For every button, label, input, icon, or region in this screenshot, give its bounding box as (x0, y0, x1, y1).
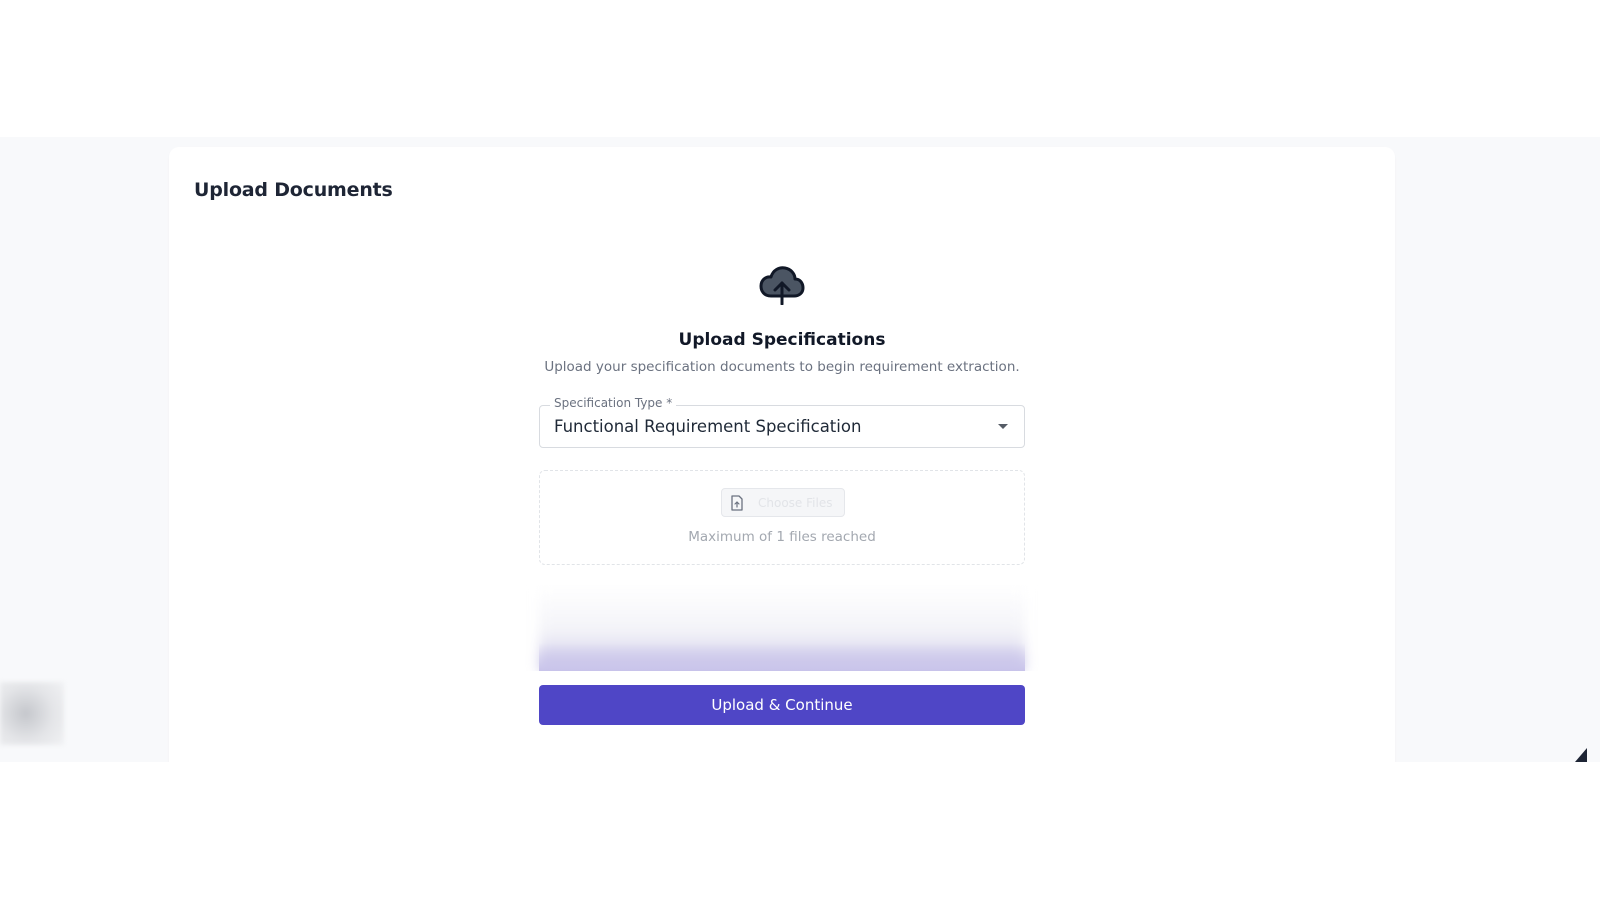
page-title: Upload Documents (194, 179, 393, 201)
file-preview-edge (539, 643, 1025, 671)
specification-type-select[interactable]: Specification Type * Functional Requirem… (539, 396, 1025, 448)
file-icon (731, 494, 743, 511)
floating-widget[interactable] (0, 682, 64, 745)
chevron-down-icon[interactable] (998, 424, 1008, 429)
choose-files-button[interactable]: Choose Files (721, 488, 845, 517)
upload-continue-button[interactable]: Upload & Continue (539, 685, 1025, 725)
page-background: Upload Documents Upload Specifications U… (0, 137, 1600, 762)
cloud-upload-icon (759, 266, 805, 305)
choose-files-label: Choose Files (758, 495, 833, 510)
upload-subtitle: Upload your specification documents to b… (544, 359, 1020, 375)
upload-documents-card: Upload Documents Upload Specifications U… (169, 147, 1395, 762)
upload-panel: Upload Specifications Upload your specif… (539, 265, 1025, 725)
specification-type-value: Functional Requirement Specification (554, 417, 862, 436)
upload-title: Upload Specifications (678, 330, 886, 350)
max-files-note: Maximum of 1 files reached (688, 529, 876, 545)
specification-type-label: Specification Type * (550, 396, 677, 410)
uploaded-file-preview (511, 585, 1053, 671)
resize-handle-icon[interactable] (1575, 744, 1587, 762)
file-dropzone[interactable]: Choose Files Maximum of 1 files reached (539, 470, 1025, 565)
